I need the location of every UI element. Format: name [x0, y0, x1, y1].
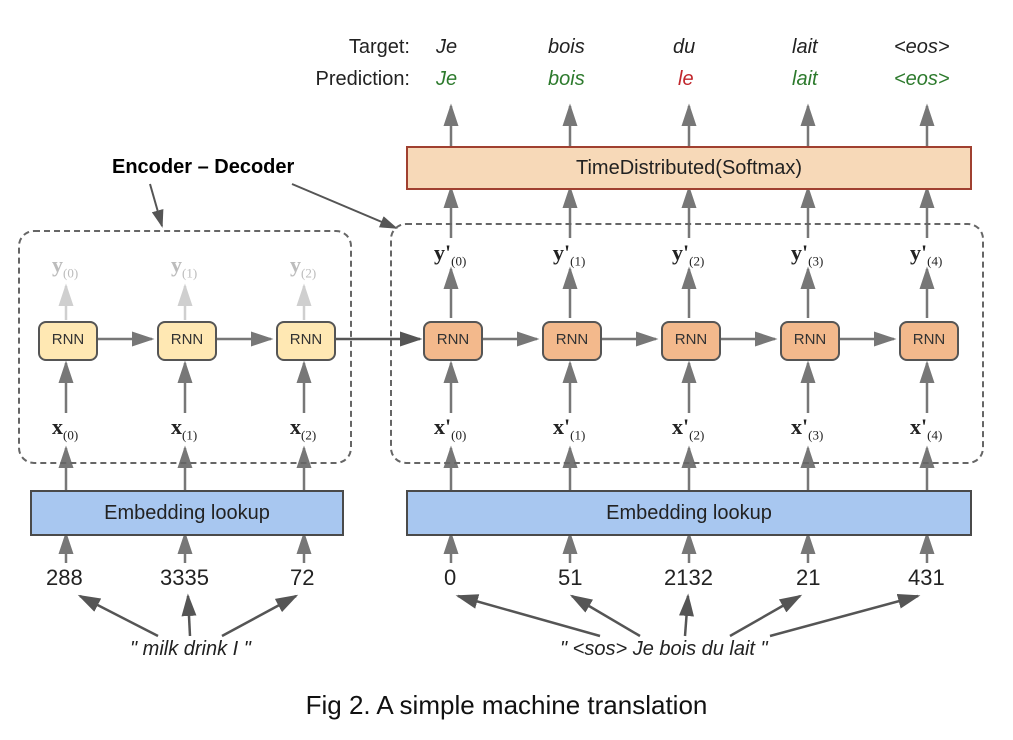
prediction-word-1: bois [548, 68, 585, 91]
decoder-rnn-4: RNN [899, 321, 959, 361]
prediction-word-2: le [678, 68, 694, 91]
enc-x0: x(0) [52, 414, 78, 443]
target-word-1: bois [548, 36, 585, 59]
dec-id-4: 431 [908, 565, 945, 591]
decoder-rnn-2: RNN [661, 321, 721, 361]
dec-id-3: 21 [796, 565, 820, 591]
decoder-rnn-3: RNN [780, 321, 840, 361]
target-word-3: lait [792, 36, 818, 59]
dec-x4: x'(4) [910, 414, 942, 443]
figure-caption: Fig 2. A simple machine translation [0, 690, 1013, 721]
dec-y2: y'(2) [672, 240, 704, 269]
diagram-canvas: Target: Prediction: Je bois du lait <eos… [0, 0, 1013, 740]
decoder-rnn-1: RNN [542, 321, 602, 361]
decoder-embedding-box: Embedding lookup [406, 490, 972, 536]
enc-y1: y(1) [171, 252, 197, 281]
enc-id-0: 288 [46, 565, 83, 591]
decoder-rnn-0: RNN [423, 321, 483, 361]
encoder-embedding-box: Embedding lookup [30, 490, 344, 536]
dec-y1: y'(1) [553, 240, 585, 269]
enc-y0: y(0) [52, 252, 78, 281]
softmax-box: TimeDistributed(Softmax) [406, 146, 972, 190]
prediction-label: Prediction: [302, 68, 410, 91]
dec-y3: y'(3) [791, 240, 823, 269]
target-word-4: <eos> [894, 36, 950, 59]
enc-x2: x(2) [290, 414, 316, 443]
encoder-rnn-1: RNN [157, 321, 217, 361]
dec-id-1: 51 [558, 565, 582, 591]
dec-id-0: 0 [444, 565, 456, 591]
enc-y2: y(2) [290, 252, 316, 281]
decoder-input-text: " <sos> Je bois du lait " [560, 638, 768, 661]
dec-id-2: 2132 [664, 565, 713, 591]
dec-x0: x'(0) [434, 414, 466, 443]
dec-x1: x'(1) [553, 414, 585, 443]
encoder-decoder-label: Encoder – Decoder [112, 156, 294, 179]
dec-x2: x'(2) [672, 414, 704, 443]
dec-x3: x'(3) [791, 414, 823, 443]
target-word-2: du [673, 36, 695, 59]
prediction-word-4: <eos> [894, 68, 950, 91]
prediction-word-0: Je [436, 68, 457, 91]
encoder-rnn-2: RNN [276, 321, 336, 361]
target-label: Target: [330, 36, 410, 59]
enc-x1: x(1) [171, 414, 197, 443]
encoder-input-text: " milk drink I " [130, 638, 251, 661]
dec-y4: y'(4) [910, 240, 942, 269]
dec-y0: y'(0) [434, 240, 466, 269]
enc-id-1: 3335 [160, 565, 209, 591]
prediction-word-3: lait [792, 68, 818, 91]
encoder-rnn-0: RNN [38, 321, 98, 361]
enc-id-2: 72 [290, 565, 314, 591]
target-word-0: Je [436, 36, 457, 59]
